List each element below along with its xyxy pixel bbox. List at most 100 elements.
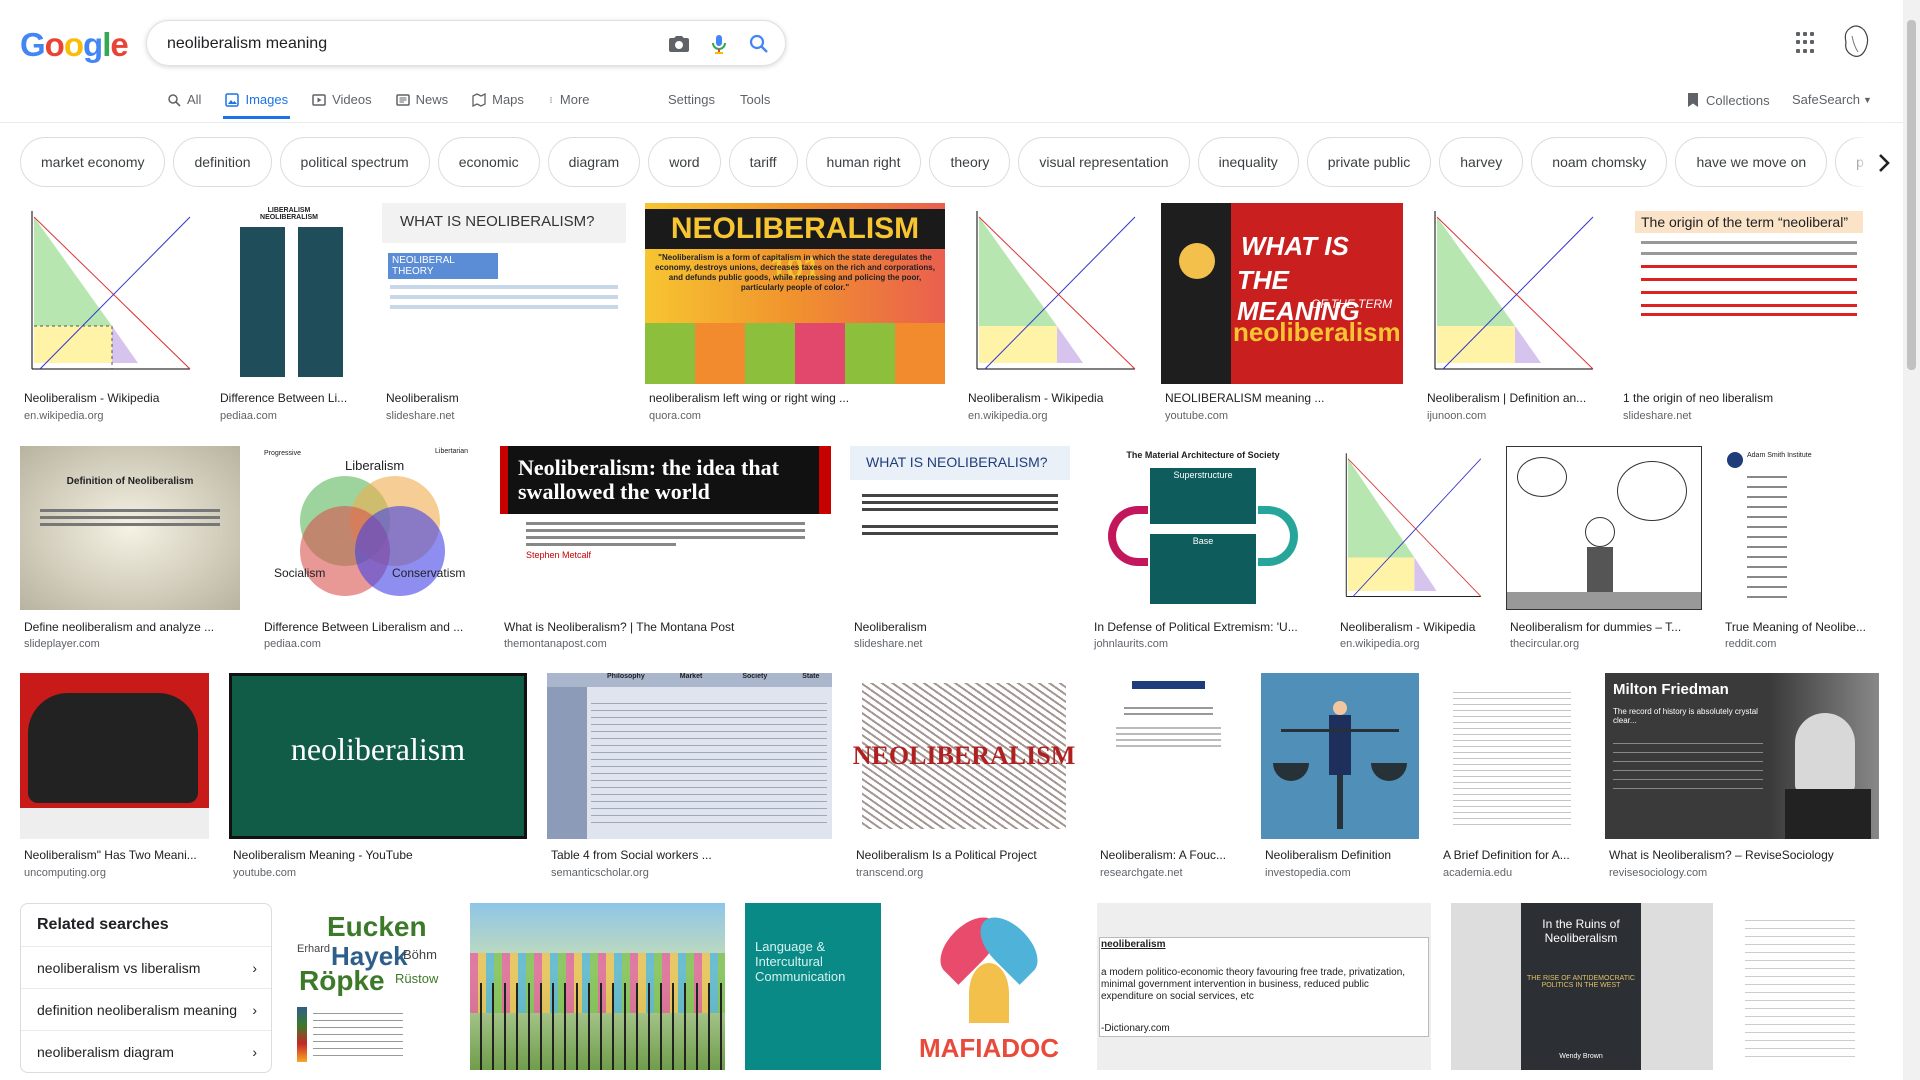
image-result[interactable]: Neoliberalism | Definition an... ijunoon… [1423,203,1599,425]
result-title[interactable]: Neoliberalism for dummies – T... [1510,620,1700,634]
camera-icon[interactable] [667,32,691,56]
chip[interactable]: word [648,137,721,187]
search-input[interactable] [167,31,617,57]
avatar[interactable] [1840,24,1872,60]
image-result[interactable]: Neoliberalism - Wikipedia en.wikipedia.o… [20,203,196,425]
result-thumbnail[interactable]: WHAT IS NEOLIBERALISM? NEOLIBERAL THEORY [382,203,626,384]
result-title[interactable]: Neoliberalism Definition [1265,848,1417,862]
result-title[interactable]: Neoliberalism [386,391,624,405]
image-result[interactable]: Neoliberalism Definition investopedia.co… [1261,673,1419,883]
image-result[interactable]: NEOLIBERALISM Neoliberalism Is a Politic… [852,673,1076,883]
chip[interactable]: market economy [20,137,166,187]
result-thumbnail[interactable] [20,203,196,384]
tab-all[interactable]: All [165,88,203,119]
result-title[interactable]: Neoliberalism Meaning - YouTube [233,848,525,862]
image-result[interactable] [470,903,725,1070]
image-result[interactable]: Neoliberalism for dummies – T... thecirc… [1506,446,1702,651]
result-thumbnail[interactable]: Milton Friedman The record of history is… [1605,673,1879,839]
related-search-item[interactable]: neoliberalism vs liberalism › [21,946,271,988]
chip[interactable]: human right [805,137,922,187]
result-thumbnail[interactable] [1336,446,1486,610]
image-result[interactable]: MAFIADOC [901,903,1077,1070]
result-thumbnail[interactable]: The origin of the term “neoliberal” [1619,203,1879,384]
result-title[interactable]: Neoliberalism - Wikipedia [1340,620,1486,634]
result-thumbnail[interactable] [1423,203,1599,384]
result-title[interactable]: Neoliberalism - Wikipedia [968,391,1140,405]
image-result[interactable]: The origin of the term “neoliberal” 1 th… [1619,203,1879,425]
result-thumbnail[interactable]: In the Ruins of Neoliberalism THE RISE O… [1451,903,1713,1070]
result-title[interactable]: Difference Between Liberalism and ... [264,620,478,634]
result-thumbnail[interactable] [20,673,209,839]
tab-more[interactable]: More [546,88,592,119]
result-title[interactable]: Neoliberalism" Has Two Meani... [24,848,207,862]
chip[interactable]: visual representation [1018,137,1190,187]
image-result[interactable]: neoliberalism Neoliberalism Meaning - Yo… [229,673,527,883]
chip[interactable]: tariff [728,137,798,187]
image-result[interactable]: LIBERALISM NEOLIBERALISM Difference Betw… [216,203,362,425]
tools-link[interactable]: Tools [740,92,770,107]
result-thumbnail[interactable]: NEOLIBERALISM 101 "Neoliberalism is a fo… [645,203,945,384]
image-result[interactable]: Language & Intercultural Communication [745,903,881,1070]
chip[interactable]: private public [1306,137,1432,187]
apps-grid-icon[interactable] [1796,32,1818,54]
image-result[interactable]: Eucken Hayek Röpke Rüstow Böhm Erhard [291,903,450,1070]
image-result[interactable]: Adam Smith Institute True Meaning of Neo… [1721,446,1879,651]
related-search-item[interactable]: neoliberalism diagram › [21,1030,271,1072]
result-title[interactable]: Neoliberalism: A Fouc... [1100,848,1240,862]
result-title[interactable]: What is Neoliberalism? – ReviseSociology [1609,848,1877,862]
microphone-icon[interactable] [707,32,731,56]
result-thumbnail[interactable]: NEOLIBERALISM [852,673,1076,839]
result-thumbnail[interactable]: Adam Smith Institute [1721,446,1879,610]
scrollbar-thumb[interactable] [1907,20,1916,370]
result-title[interactable]: True Meaning of Neolibe... [1725,620,1877,634]
page-scrollbar[interactable] [1903,0,1920,1080]
chip[interactable]: harvey [1439,137,1524,187]
chip[interactable]: definition [173,137,272,187]
result-thumbnail[interactable]: Language & Intercultural Communication [745,903,881,1070]
result-thumbnail[interactable]: Definition of Neoliberalism [20,446,240,610]
result-title[interactable]: Define neoliberalism and analyze ... [24,620,238,634]
result-thumbnail[interactable]: LIBERALISM NEOLIBERALISM [216,203,362,384]
image-result[interactable]: Neoliberalism - Wikipedia en.wikipedia.o… [964,203,1142,425]
chips-next-button[interactable] [1864,128,1904,198]
result-thumbnail[interactable]: MAFIADOC [901,903,1077,1070]
tab-news[interactable]: News [394,88,451,119]
result-thumbnail[interactable] [1261,673,1419,839]
image-result[interactable]: Neoliberalism: A Fouc... researchgate.ne… [1096,673,1241,883]
chip[interactable]: have we move on [1675,137,1828,187]
result-thumbnail[interactable]: neoliberalism a modern politico-economic… [1097,903,1431,1070]
result-title[interactable]: NEOLIBERALISM meaning ... [1165,391,1401,405]
image-result[interactable]: NEOLIBERALISM 101 "Neoliberalism is a fo… [645,203,945,425]
image-result[interactable]: WHAT IS NEOLIBERALISM? NEOLIBERAL THEORY… [382,203,626,425]
image-result[interactable]: WHAT IS THE MEANING OF THE TERM neoliber… [1161,203,1403,425]
image-result[interactable]: Neoliberalism - Wikipedia en.wikipedia.o… [1336,446,1486,651]
result-thumbnail[interactable] [470,903,725,1070]
result-title[interactable]: Neoliberalism Is a Political Project [856,848,1074,862]
safesearch-menu[interactable]: SafeSearch ▼ [1792,92,1872,107]
image-result[interactable]: WHAT IS NEOLIBERALISM? Neoliberalism sli… [850,446,1070,651]
result-title[interactable]: 1 the origin of neo liberalism [1623,391,1877,405]
result-thumbnail[interactable]: WHAT IS NEOLIBERALISM? [850,446,1070,610]
result-thumbnail[interactable]: Eucken Hayek Röpke Rüstow Böhm Erhard [291,903,450,1070]
chip[interactable]: political spectrum [279,137,430,187]
search-icon[interactable] [747,32,771,56]
result-thumbnail[interactable]: WHAT IS THE MEANING OF THE TERM neoliber… [1161,203,1403,384]
result-thumbnail[interactable]: Philosophy Market Society State [547,673,832,839]
tab-videos[interactable]: Videos [310,88,374,119]
chip[interactable]: noam chomsky [1531,137,1668,187]
image-result[interactable]: Philosophy Market Society State Table 4 … [547,673,832,883]
result-title[interactable]: Difference Between Li... [220,391,360,405]
image-result[interactable]: Liberalism Socialism Conservatism Libert… [260,446,480,651]
image-result[interactable]: Milton Friedman The record of history is… [1605,673,1879,883]
image-result[interactable]: In the Ruins of Neoliberalism THE RISE O… [1451,903,1713,1070]
result-title[interactable]: Neoliberalism | Definition an... [1427,391,1597,405]
result-title[interactable]: Table 4 from Social workers ... [551,848,830,862]
image-result[interactable]: A Brief Definition for A... academia.edu [1439,673,1585,883]
image-result[interactable]: Definition of Neoliberalism Define neoli… [20,446,240,651]
settings-link[interactable]: Settings [668,92,715,107]
chip[interactable]: diagram [547,137,641,187]
collections-link[interactable]: Collections [1686,92,1770,108]
image-result[interactable]: Neoliberalism: the idea that swallowed t… [500,446,831,651]
result-thumbnail[interactable] [1096,673,1241,839]
result-thumbnail[interactable]: Liberalism Socialism Conservatism Libert… [260,446,480,610]
